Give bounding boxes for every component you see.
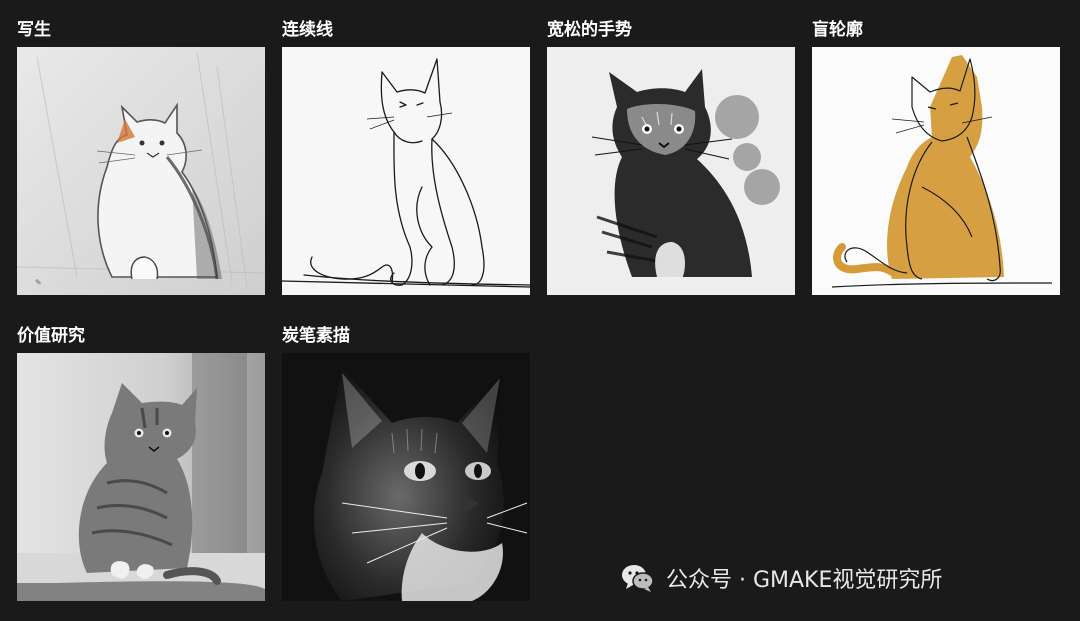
wechat-icon: [622, 565, 654, 592]
style-tile-continuous-line: 连续线: [282, 20, 530, 295]
style-tile-value-study: 价值研究: [17, 326, 265, 601]
style-label: 连续线: [282, 20, 333, 40]
continuous-line-cat-image: [282, 47, 530, 295]
style-label: 写生: [17, 20, 51, 40]
style-tile-sketch: 写生 ✎: [17, 20, 265, 295]
svg-text:✎: ✎: [35, 278, 42, 287]
style-label: 宽松的手势: [547, 20, 632, 40]
style-tile-charcoal: 炭笔素描: [282, 326, 530, 601]
blind-contour-cat-image: [812, 47, 1060, 295]
style-label: 炭笔素描: [282, 326, 350, 346]
style-label: 价值研究: [17, 326, 85, 346]
value-study-cat-image: [17, 353, 265, 601]
sketch-cat-image: ✎: [17, 47, 265, 295]
charcoal-cat-image: [282, 353, 530, 601]
style-label: 盲轮廓: [812, 20, 863, 40]
watermark: 公众号 · GMAKE视觉研究所: [620, 556, 942, 600]
loose-gesture-cat-image: [547, 47, 795, 295]
style-tile-loose-gesture: 宽松的手势: [547, 20, 795, 295]
style-tile-blind-contour: 盲轮廓: [812, 20, 1060, 295]
watermark-text: 公众号 · GMAKE视觉研究所: [666, 568, 943, 593]
